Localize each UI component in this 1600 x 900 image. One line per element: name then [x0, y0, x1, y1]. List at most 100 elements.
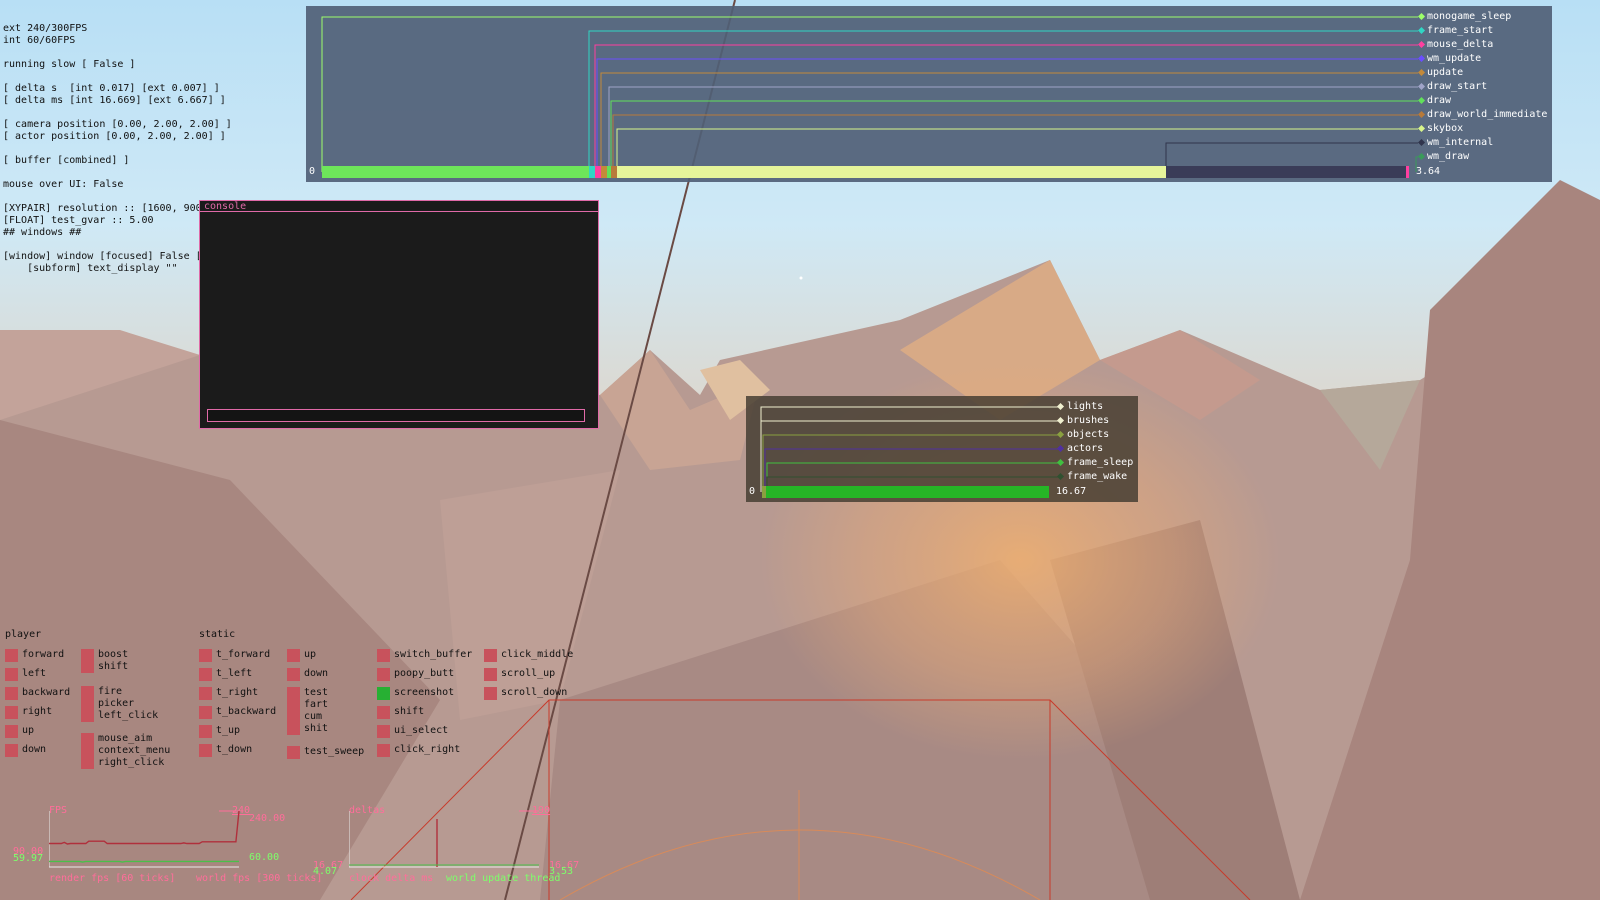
input-state-indicator: [377, 725, 390, 738]
input-state-indicator: [377, 744, 390, 757]
fps-caption-world: world fps [300 ticks]: [196, 873, 323, 884]
input-mouse-aim-button[interactable]: mouse_aim context_menu right_click: [81, 733, 170, 769]
input-label: test fart cum shit: [304, 687, 329, 734]
console-input[interactable]: [207, 409, 585, 422]
input-state-indicator: [287, 746, 300, 759]
world-profiler-total-value: 16.67: [1056, 486, 1087, 497]
input-state-indicator: [287, 687, 300, 735]
input-label: forward: [22, 649, 65, 660]
input-state-indicator: [5, 744, 18, 757]
console-title[interactable]: console: [200, 201, 598, 212]
input-poopy-butt-button[interactable]: poopy_butt: [377, 668, 454, 681]
crosshair-dot: [799, 276, 803, 280]
profiler-label: mouse_delta: [1427, 39, 1494, 50]
profiler-total-value: 3.64: [1416, 166, 1441, 177]
debug-line: ext 240/300FPS: [3, 23, 88, 34]
input-label: down: [304, 668, 329, 679]
input-t-right-button[interactable]: t_right: [199, 687, 258, 700]
input-s-up-button[interactable]: up: [287, 649, 316, 662]
fps-ext-value: 240.00: [249, 813, 286, 824]
input-label: mouse_aim context_menu right_click: [98, 733, 171, 768]
console-window[interactable]: console: [199, 200, 599, 429]
profiler-label: draw_world_immediate: [1427, 109, 1548, 120]
graph-axis: [349, 811, 539, 868]
input-fire-button[interactable]: fire picker left_click: [81, 686, 158, 722]
profiler-zero-label: 0: [309, 166, 316, 177]
debug-line: [ camera position [0.00, 2.00, 2.00] ]: [3, 119, 232, 130]
profiler-label: frame_start: [1427, 25, 1494, 36]
debug-line: [XYPAIR] resolution :: [1600, 900]: [3, 203, 208, 214]
input-label: switch_buffer: [394, 649, 473, 660]
input-click-middle-button[interactable]: click_middle: [484, 649, 573, 662]
fps-ext-series: [49, 810, 240, 845]
profiler-label: monogame_sleep: [1427, 11, 1512, 22]
input-boost-button[interactable]: boost shift: [81, 649, 128, 673]
input-t-backward-button[interactable]: t_backward: [199, 706, 276, 719]
profiler-label: objects: [1067, 429, 1110, 440]
trace-monogame-sleep: [321, 16, 1418, 172]
input-test-button[interactable]: test fart cum shit: [287, 687, 328, 735]
input-t-down-button[interactable]: t_down: [199, 744, 252, 757]
profiler-label: wm_update: [1427, 53, 1482, 64]
input-label: scroll_up: [501, 668, 556, 679]
debug-line: int 60/60FPS: [3, 35, 76, 46]
input-label: right: [22, 706, 53, 717]
debug-line: [3, 71, 232, 83]
input-state-indicator: [484, 687, 497, 700]
frame-profiler-bar: [322, 166, 1409, 178]
input-state-indicator: [81, 649, 94, 673]
input-t-up-button[interactable]: t_up: [199, 725, 240, 738]
input-label: poopy_butt: [394, 668, 455, 679]
input-state-indicator: [287, 649, 300, 662]
profiler-label: update: [1427, 67, 1464, 78]
input-state-indicator: [5, 649, 18, 662]
input-label: shift: [394, 706, 425, 717]
profiler-label: wm_internal: [1427, 137, 1494, 148]
trace-update: [600, 72, 1418, 172]
debug-line: [subform] text_display "": [3, 263, 178, 274]
input-up-button[interactable]: up: [5, 725, 34, 738]
input-state-indicator: [199, 687, 212, 700]
input-test-sweep-button[interactable]: test_sweep: [287, 746, 364, 759]
input-label: click_middle: [501, 649, 574, 660]
input-backward-button[interactable]: backward: [5, 687, 70, 700]
world-profiler-marker-diamonds: [1056, 402, 1065, 481]
input-state-indicator: [377, 649, 390, 662]
debug-line: [3, 239, 232, 251]
input-scroll-down-button[interactable]: scroll_down: [484, 687, 567, 700]
profiler-label: draw: [1427, 95, 1452, 106]
input-switch-buffer-button[interactable]: switch_buffer: [377, 649, 472, 662]
input-label: test_sweep: [304, 746, 365, 757]
input-down-button[interactable]: down: [5, 744, 46, 757]
input-label: fire picker left_click: [98, 686, 159, 721]
input-screenshot-button[interactable]: screenshot: [377, 687, 454, 700]
input-t-forward-button[interactable]: t_forward: [199, 649, 270, 662]
world-profiler-bar-head: [762, 486, 766, 498]
input-click-right-button[interactable]: click_right: [377, 744, 460, 757]
input-t-left-button[interactable]: t_left: [199, 668, 252, 681]
fps-int-series: [49, 860, 239, 863]
profiler-label: brushes: [1067, 415, 1110, 426]
input-scroll-up-button[interactable]: scroll_up: [484, 668, 555, 681]
input-ui-select-button[interactable]: ui_select: [377, 725, 448, 738]
input-s-down-button[interactable]: down: [287, 668, 328, 681]
debug-line: [3, 167, 232, 179]
input-left-button[interactable]: left: [5, 668, 46, 681]
input-right-button[interactable]: right: [5, 706, 52, 719]
world-profiler-bar: [766, 486, 1049, 498]
player-group-title: player: [5, 629, 42, 640]
input-state-indicator: [377, 706, 390, 719]
debug-line: mouse over UI: False: [3, 179, 124, 190]
input-forward-button[interactable]: forward: [5, 649, 64, 662]
input-shift-button[interactable]: shift: [377, 706, 424, 719]
input-state-indicator: [199, 668, 212, 681]
debug-line: [ actor position [0.00, 2.00, 2.00] ]: [3, 131, 226, 142]
input-state-indicator: [199, 649, 212, 662]
profiler-marker-diamonds: [1417, 12, 1426, 161]
debug-line: [3, 47, 232, 59]
trace-skybox: [616, 128, 1418, 172]
fps-caption-render: render fps [60 ticks]: [49, 873, 176, 884]
input-state-indicator: [5, 725, 18, 738]
world-profiler-panel: 0 16.67 lights brushes objects actors frame_…: [746, 396, 1138, 502]
input-label: t_up: [216, 725, 241, 736]
